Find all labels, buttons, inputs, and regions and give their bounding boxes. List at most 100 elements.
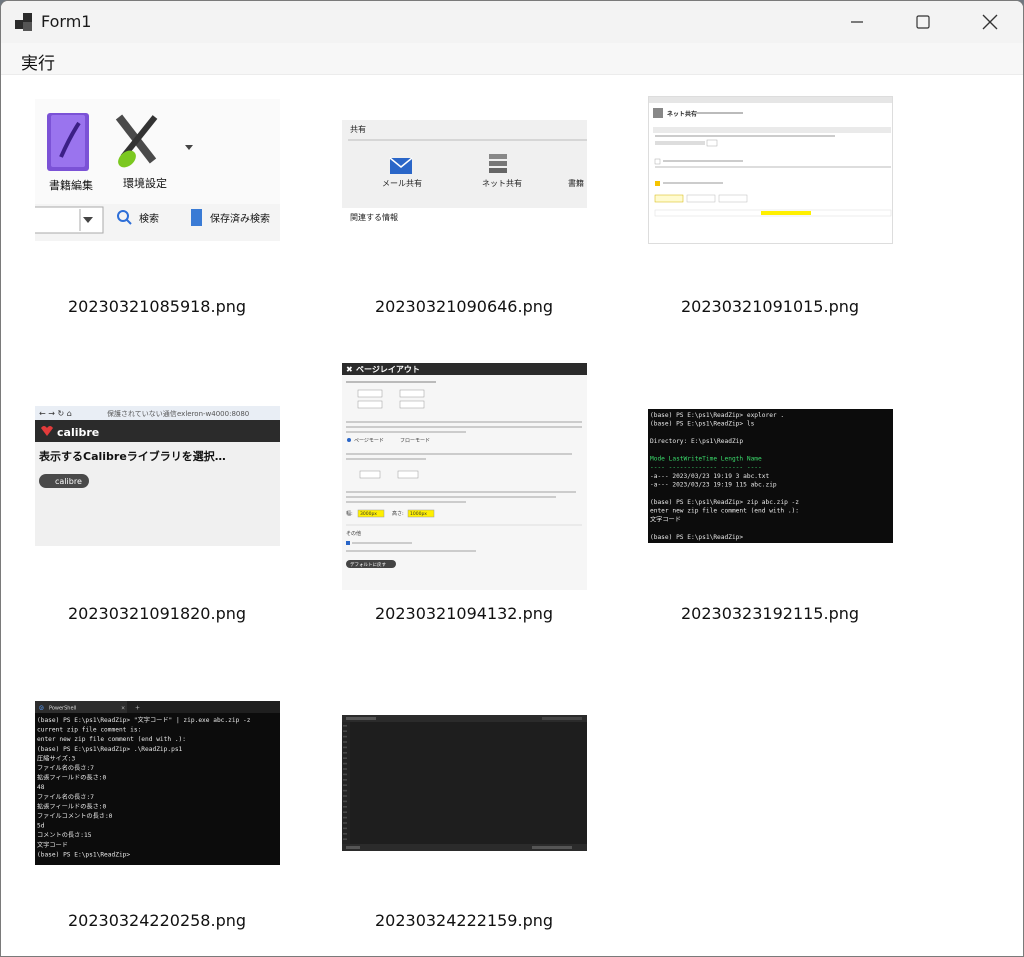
svg-text:✖: ✖ (346, 365, 353, 374)
terminal-line: -a--- 2023/03/23 19:19 115 abc.zip (650, 482, 777, 489)
thumbnail-list: 書籍編集 環境設定 検索 保存済み検索 20230321085918.png 共… (1, 75, 1023, 956)
app-window: Form1 実行 書籍編集 環境設定 検索 保存済み検索 20230321085… (0, 0, 1024, 957)
thumbnail-caption: 20230324222159.png (374, 911, 554, 930)
saved-search-label: 保存済み検索 (210, 212, 270, 225)
editor-line-number (343, 730, 347, 732)
terminal-line: current zip file comment is: (37, 727, 141, 734)
editor-screenshot (342, 715, 587, 851)
share-section-label: 共有 (350, 124, 366, 134)
thumbnail-image[interactable]: ⧁ PowerShell × + (base) PS E:\ps1\ReadZi… (35, 701, 280, 865)
maximize-icon (916, 15, 930, 29)
book-edit-label: 書籍編集 (49, 178, 93, 192)
terminal-line: ---- ------------- ------ ---- (650, 464, 762, 471)
height-value: 1000px (410, 511, 427, 517)
mail-share-label: メール共有 (382, 178, 422, 188)
svg-text:+: + (135, 705, 140, 712)
minimize-icon (851, 21, 863, 23)
terminal-line: コメントの長さ:15 (37, 832, 92, 839)
thumbnail-image[interactable]: (base) PS E:\ps1\ReadZip> explorer . (bas… (648, 409, 893, 543)
thumbnail-image[interactable]: ネット共有 (648, 96, 893, 244)
terminal-line: ファイルコメントの長さ:0 (37, 813, 113, 820)
calibre-brand: calibre (57, 426, 99, 439)
terminal-line: (base) PS E:\ps1\ReadZip> ls (650, 421, 755, 428)
thumbnail-caption: 20230321085918.png (67, 297, 247, 316)
editor-line-number (343, 795, 347, 797)
share-settings-screenshot: 共有 メール共有 ネット共有 書籍 関連する情報 (342, 120, 587, 222)
editor-line-number (343, 833, 347, 835)
maximize-button[interactable] (900, 1, 946, 43)
thumbnail-caption: 20230323192115.png (680, 604, 860, 623)
preferences-label: 環境設定 (123, 176, 167, 190)
thumbnail-image[interactable]: ✖ ページレイアウト ページモード フローモード 幅: 3000px 高さ: 1… (342, 363, 587, 590)
editor-line-number (343, 779, 347, 781)
net-share-dialog-screenshot: ネット共有 (649, 97, 892, 217)
terminal-line: Mode LastWriteTime Length Name (650, 456, 762, 463)
terminal-line: 48 (37, 784, 45, 791)
terminal-line: enter new zip file comment (end with .): (650, 508, 799, 515)
terminal-line: 5d (37, 823, 45, 830)
editor-line-number (343, 806, 347, 808)
library-heading: 表示するCalibreライブラリを選択… (38, 449, 226, 463)
terminal-line: 圧縮サイズ:3 (37, 754, 75, 762)
editor-line-number (343, 800, 347, 803)
editor-line-number (343, 838, 347, 840)
editor-line-number (343, 789, 347, 792)
menu-bar: 実行 (1, 43, 1023, 75)
terminal-line: Directory: E:\ps1\ReadZip (650, 438, 743, 445)
terminal-line: 文字コード (37, 841, 68, 849)
calibre-library-browser-screenshot: ← → ↻ ⌂ 保護されていない通信 exleron-w4000:8080 ca… (35, 406, 280, 488)
svg-text:⧁: ⧁ (39, 705, 44, 712)
title-bar[interactable]: Form1 (1, 1, 1023, 43)
net-share-heading: ネット共有 (667, 110, 697, 118)
editor-line-number (343, 735, 347, 738)
powershell-screenshot: ⧁ PowerShell × + (base) PS E:\ps1\ReadZi… (35, 701, 280, 865)
terminal-line: (base) PS E:\ps1\ReadZip> (650, 534, 743, 541)
close-button[interactable] (967, 1, 1013, 43)
editor-line-number (343, 741, 347, 743)
editor-line-number (343, 822, 347, 824)
terminal-line: enter new zip file comment (end with .): (37, 736, 186, 743)
insecure-label: 保護されていない通信 (107, 409, 177, 418)
editor-line-number (343, 725, 347, 727)
terminal-line: (base) PS E:\ps1\ReadZip> "文字コード" | zip.… (37, 716, 251, 724)
editor-line-number (343, 768, 347, 770)
editor-line-number (343, 773, 347, 776)
width-value: 3000px (360, 511, 377, 517)
thumbnail-caption: 20230324220258.png (67, 911, 247, 930)
menu-run[interactable]: 実行 (21, 49, 55, 74)
flow-mode-label: フローモード (400, 438, 430, 444)
close-icon (982, 14, 998, 30)
related-label: 関連する情報 (350, 212, 398, 222)
terminal-line: (base) PS E:\ps1\ReadZip> explorer . (650, 412, 784, 419)
terminal-line: (base) PS E:\ps1\ReadZip> .\ReadZip.ps1 (37, 746, 183, 753)
book-partial-label: 書籍 (568, 178, 584, 188)
thumbnail-image[interactable]: 共有 メール共有 ネット共有 書籍 関連する情報 (342, 120, 587, 222)
editor-line-number (343, 784, 347, 786)
editor-line-number (343, 762, 347, 765)
thumbnail-caption: 20230321091820.png (67, 604, 247, 623)
thumbnail-image[interactable] (342, 715, 587, 851)
terminal-line: 拡張フィールドの長さ:0 (37, 774, 106, 782)
width-label: 幅: (346, 510, 353, 517)
editor-line-number (343, 757, 347, 759)
svg-text:← → ↻ ⌂: ← → ↻ ⌂ (39, 409, 72, 418)
library-chip: calibre (55, 477, 82, 486)
window-title: Form1 (41, 12, 92, 31)
terminal-line: -a--- 2023/03/23 19:19 3 abc.txt (650, 473, 769, 480)
thumbnail-caption: 20230321091015.png (680, 297, 860, 316)
app-icon (15, 13, 33, 31)
terminal-line: ファイル名の長さ:7 (37, 793, 94, 801)
height-label: 高さ: (392, 510, 404, 517)
editor-line-number (343, 752, 347, 754)
page-layout-heading: ページレイアウト (356, 365, 420, 374)
minimize-button[interactable] (834, 1, 880, 43)
terminal-line: 文字コード (650, 515, 681, 523)
calibre-toolbar-screenshot: 書籍編集 環境設定 検索 保存済み検索 (35, 99, 280, 241)
terminal-line: 拡張フィールドの長さ:0 (37, 802, 106, 810)
thumbnail-image[interactable]: 書籍編集 環境設定 検索 保存済み検索 (35, 99, 280, 241)
terminal-line: ファイル名の長さ:7 (37, 764, 94, 772)
editor-line-number (343, 827, 347, 830)
svg-text:×: × (121, 706, 125, 712)
thumbnail-image[interactable]: ← → ↻ ⌂ 保護されていない通信 exleron-w4000:8080 ca… (35, 406, 280, 546)
page-layout-dialog-screenshot: ✖ ページレイアウト ページモード フローモード 幅: 3000px 高さ: 1… (342, 363, 587, 568)
